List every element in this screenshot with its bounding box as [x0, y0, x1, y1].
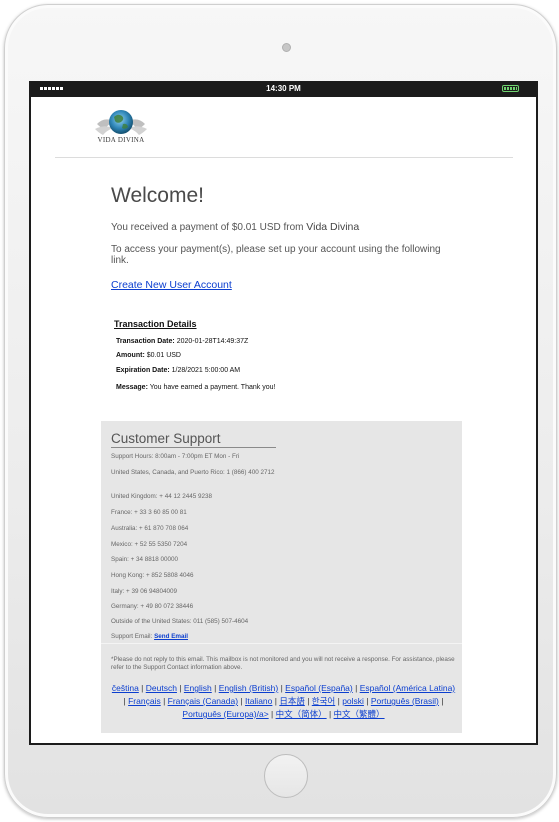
setup-instructions: To access your payment(s), please set up… — [111, 244, 441, 266]
transaction-details-title: Transaction Details — [114, 319, 197, 329]
lang-link[interactable]: 한국어 — [312, 696, 335, 706]
support-hours: Support Hours: 8:00am - 7:00pm ET Mon - … — [111, 453, 240, 460]
title-underline — [111, 447, 276, 448]
logo-text: VIDA DIVINA — [97, 136, 145, 144]
lang-link[interactable]: English — [184, 683, 212, 693]
phone-mexico: Mexico: + 52 55 5350 7204 — [111, 541, 188, 548]
phone-germany: Germany: + 49 80 072 38446 — [111, 603, 194, 610]
phone-hong-kong: Hong Kong: + 852 5808 4046 — [111, 572, 194, 579]
phone-outside-us: Outside of the United States: 011 (585) … — [111, 618, 249, 625]
lang-link[interactable]: 日本語 — [279, 696, 305, 706]
lang-link[interactable]: čeština — [112, 683, 139, 693]
language-links: čeština | Deutsch | English | English (B… — [111, 683, 456, 719]
expiration-date-row: Expiration Date: 1/28/2021 5:00:00 AM — [116, 367, 241, 374]
lang-link[interactable]: Deutsch — [146, 683, 177, 693]
screen: 14:30 PM VIDA DIVINA Welcome! You receiv… — [29, 81, 538, 745]
message-row: Message: You have earned a payment. Than… — [116, 384, 276, 391]
status-bar: 14:30 PM — [31, 81, 536, 97]
lang-link[interactable]: 中文（简体） — [276, 709, 327, 719]
phone-spain: Spain: + 34 8818 00000 — [111, 556, 179, 563]
no-reply-note: *Please do not reply to this email. This… — [111, 656, 455, 671]
home-button[interactable] — [264, 754, 308, 798]
send-email-link[interactable]: Send Email — [154, 633, 188, 640]
customer-support-section: Customer Support Support Hours: 8:00am -… — [101, 421, 462, 733]
phone-australia: Australia: + 61 870 708 064 — [111, 525, 189, 532]
company-name: Vida Divina — [306, 221, 360, 233]
battery-icon — [502, 85, 519, 92]
welcome-heading: Welcome! — [111, 184, 204, 207]
status-time: 14:30 PM — [266, 84, 301, 93]
customer-support-title: Customer Support — [111, 431, 221, 446]
header-divider — [55, 157, 513, 158]
lang-link[interactable]: Português (Europa)/a> — [182, 709, 268, 719]
lang-link[interactable]: Português (Brasil) — [371, 696, 439, 706]
phone-us: United States, Canada, and Puerto Rico: … — [111, 469, 275, 476]
lang-link[interactable]: 中文（繁體） — [334, 709, 385, 719]
support-divider — [101, 643, 462, 644]
lang-link[interactable]: Español (España) — [285, 683, 353, 693]
phone-italy: Italy: + 39 06 94804009 — [111, 588, 177, 595]
lang-link[interactable]: Français (Canada) — [168, 696, 238, 706]
support-email-row: Support Email: Send Email — [111, 633, 189, 640]
phone-uk: United Kingdom: + 44 12 2445 9238 — [111, 493, 213, 500]
lang-link[interactable]: Français — [128, 696, 161, 706]
camera-icon — [282, 43, 291, 52]
lang-link[interactable]: polski — [342, 696, 364, 706]
amount-row: Amount: $0.01 USD — [116, 352, 181, 359]
transaction-date-row: Transaction Date: 2020-01-28T14:49:37Z — [116, 338, 249, 345]
payment-text: You received a payment of $0.01 USD from… — [111, 221, 360, 233]
lang-link[interactable]: Italiano — [245, 696, 272, 706]
lang-link[interactable]: Español (América Latina) — [360, 683, 455, 693]
lang-link[interactable]: English (British) — [219, 683, 279, 693]
phone-france: France: + 33 3 60 85 00 81 — [111, 509, 187, 516]
create-account-link[interactable]: Create New User Account — [111, 279, 232, 291]
